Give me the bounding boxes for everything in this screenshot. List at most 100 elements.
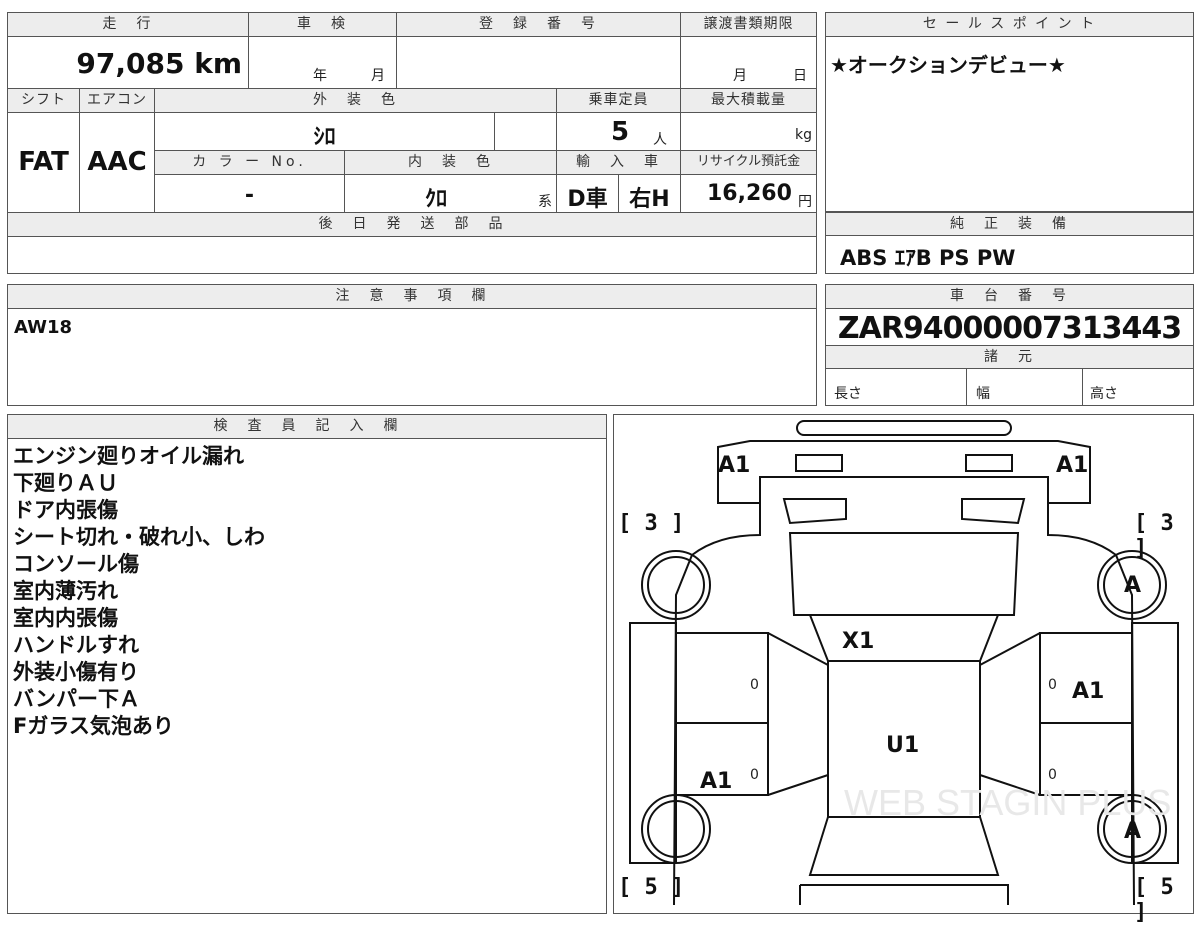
mark-wheel-front-right: A bbox=[1124, 573, 1142, 598]
color-no-label: カ ラ ー No. bbox=[155, 151, 345, 175]
mileage-value: 97,085 km bbox=[76, 47, 242, 80]
inspector-note: 室内薄汚れ bbox=[13, 579, 118, 603]
vehicle-info-panel: 走 行 車 検 登 録 番 号 譲渡書類期限 97,085 km 年 月 月 日… bbox=[7, 12, 817, 274]
registration-cell bbox=[397, 37, 681, 89]
recycle-cell: 16,260 円 bbox=[681, 175, 816, 213]
sales-point-text: ★オークションデビュー★ bbox=[830, 53, 1066, 77]
recycle-value: 16,260 bbox=[707, 181, 792, 206]
inspector-panel: 検 査 員 記 入 欄 エンジン廻りオイル漏れ 下廻りＡＵ ドア内張傷 シート切… bbox=[7, 414, 607, 914]
mark-wheel-rear-right: A bbox=[1124, 819, 1142, 844]
exterior-color-label: 外 装 色 bbox=[155, 89, 557, 113]
max-load-label: 最大積載量 bbox=[681, 89, 816, 113]
height-label: 高さ bbox=[1090, 386, 1118, 402]
specs-label: 諸 元 bbox=[826, 345, 1193, 369]
sales-point-label: セ ー ル ス ポ イ ン ト bbox=[826, 13, 1193, 37]
exterior-color-extra-cell bbox=[495, 113, 557, 151]
inspection-month: 月 bbox=[371, 68, 385, 84]
color-no-cell: - bbox=[155, 175, 345, 213]
inspector-note: コンソール傷 bbox=[13, 552, 139, 576]
equipment-text: ABS ｴｱB PS PW bbox=[840, 246, 1016, 270]
interior-color-cell: ｸﾛ 系 bbox=[345, 175, 557, 213]
front-glass-shape bbox=[782, 498, 1026, 525]
shift-cell: FAT bbox=[8, 113, 80, 213]
inspector-note: Fガラス気泡あり bbox=[13, 714, 174, 738]
inspector-label: 検 査 員 記 入 欄 bbox=[8, 415, 606, 439]
inspector-note: 外装小傷有り bbox=[13, 660, 139, 684]
later-parts-label: 後 日 発 送 部 品 bbox=[8, 213, 816, 237]
inspector-note: 室内内張傷 bbox=[13, 606, 118, 630]
diagram-watermark: WEB STAGIN PLUS bbox=[844, 782, 1171, 823]
mark-front-right: A1 bbox=[1056, 453, 1089, 478]
mark-zero-2: 0 bbox=[1048, 677, 1057, 693]
inspection-year: 年 bbox=[313, 68, 327, 84]
inspector-note: バンパー下Ａ bbox=[13, 687, 141, 711]
mark-door-left-rear: A1 bbox=[700, 769, 733, 794]
mark-front-left: A1 bbox=[718, 453, 751, 478]
transfer-deadline-label: 譲渡書類期限 bbox=[681, 13, 816, 37]
rear-glass-shape bbox=[808, 816, 1000, 876]
tread-rear-right-value: 5 bbox=[1160, 875, 1174, 900]
max-load-unit: kg bbox=[795, 127, 812, 143]
aircon-label: エアコン bbox=[80, 89, 155, 113]
equipment-panel: 純 正 装 備 ABS ｴｱB PS PW bbox=[825, 212, 1194, 274]
tread-front-right-value: 3 bbox=[1160, 511, 1174, 536]
body-outline-shape bbox=[673, 477, 1135, 905]
exterior-color-value: ｼﾛ bbox=[313, 125, 336, 150]
specs-divider-2 bbox=[1082, 369, 1083, 405]
inspection-cell: 年 月 bbox=[249, 37, 397, 89]
inspection-label: 車 検 bbox=[249, 13, 397, 37]
capacity-value: 5 bbox=[611, 117, 630, 147]
door-left-extra-shape bbox=[767, 632, 829, 796]
exterior-color-cell: ｼﾛ bbox=[155, 113, 495, 151]
interior-color-value: ｸﾛ bbox=[425, 187, 448, 212]
mark-roof: U1 bbox=[886, 733, 920, 758]
aircon-value: AAC bbox=[87, 147, 147, 177]
inspector-note: ドア内張傷 bbox=[13, 498, 118, 522]
a-pillar-shape bbox=[809, 614, 999, 662]
inspector-note: ハンドルすれ bbox=[13, 633, 139, 657]
capacity-unit: 人 bbox=[653, 132, 667, 148]
windshield-shape bbox=[788, 532, 1020, 616]
notes-panel: 注 意 事 項 欄 AW18 bbox=[7, 284, 817, 406]
headlight-right-shape bbox=[965, 454, 1013, 472]
transfer-cell: 月 日 bbox=[681, 37, 816, 89]
notes-label: 注 意 事 項 欄 bbox=[8, 285, 816, 309]
shift-label: シフト bbox=[8, 89, 80, 113]
car-diagram-svg: WEB STAGIN PLUS bbox=[629, 420, 1179, 905]
trunk-shape bbox=[799, 884, 1009, 905]
interior-color-suffix: 系 bbox=[538, 194, 552, 210]
mark-door-right-front: A1 bbox=[1072, 679, 1105, 704]
import-label: 輸 入 車 bbox=[557, 151, 681, 175]
width-label: 幅 bbox=[976, 386, 990, 402]
capacity-label: 乗車定員 bbox=[557, 89, 681, 113]
registration-label: 登 録 番 号 bbox=[397, 13, 681, 37]
sill-left-shape bbox=[629, 622, 677, 864]
mark-zero-4: 0 bbox=[1048, 767, 1057, 783]
tread-front-left-value: 3 bbox=[644, 511, 658, 536]
inspector-notes-list: エンジン廻りオイル漏れ 下廻りＡＵ ドア内張傷 シート切れ・破れ小、しわ コンソ… bbox=[13, 443, 265, 740]
color-no-value: - bbox=[244, 183, 255, 208]
shift-value: FAT bbox=[18, 147, 69, 177]
import-value-2: 右H bbox=[629, 187, 670, 212]
chassis-panel: 車 台 番 号 ZAR94000007313443 諸 元 長さ 幅 高さ bbox=[825, 284, 1194, 406]
inspector-note: 下廻りＡＵ bbox=[13, 471, 118, 495]
tread-rear-right: [ 5 ] bbox=[1134, 875, 1174, 925]
notes-text: AW18 bbox=[14, 317, 73, 338]
capacity-cell: 5 人 bbox=[557, 113, 681, 151]
chassis-number: ZAR94000007313443 bbox=[837, 311, 1182, 346]
tread-front-right: [ 3 ] bbox=[1134, 511, 1174, 561]
max-load-cell: kg bbox=[681, 113, 816, 151]
tread-front-left: [ 3 ] bbox=[618, 511, 685, 536]
specs-divider-1 bbox=[966, 369, 967, 405]
mileage-cell: 97,085 km bbox=[8, 37, 249, 89]
inspector-note: シート切れ・破れ小、しわ bbox=[13, 525, 265, 549]
mark-zero-1: 0 bbox=[750, 677, 759, 693]
equipment-label: 純 正 装 備 bbox=[826, 212, 1193, 236]
chassis-label: 車 台 番 号 bbox=[826, 285, 1193, 309]
length-label: 長さ bbox=[834, 386, 862, 402]
interior-color-label: 内 装 色 bbox=[345, 151, 557, 175]
mark-zero-3: 0 bbox=[750, 767, 759, 783]
tread-rear-left-value: 5 bbox=[644, 875, 658, 900]
mileage-label: 走 行 bbox=[8, 13, 249, 37]
import-cell-2: 右H bbox=[619, 175, 681, 213]
